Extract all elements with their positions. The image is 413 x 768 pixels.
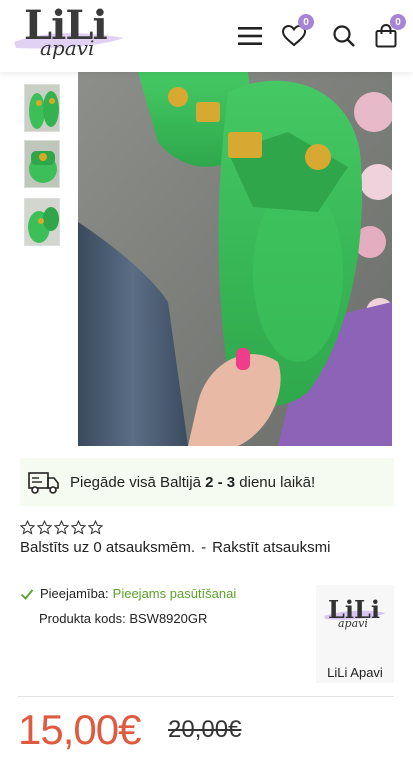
brand-card[interactable]: LiLi apavi LiLi Apavi [316, 585, 394, 683]
menu-icon [238, 27, 262, 45]
review-summary: Balstīts uz 0 atsauksmēm. - Rakstīt atsauk… [20, 539, 330, 556]
cart-count-badge: 0 [390, 14, 406, 30]
shipping-text: Piegāde visā Baltijā 2 - 3 dienu laikā! [70, 473, 316, 491]
write-review-link[interactable]: Rakstīt atsauksmi [212, 539, 330, 556]
availability-label: Pieejamība: [40, 586, 109, 601]
product-code-label: Produkta kods: [39, 611, 126, 626]
search-icon [333, 25, 355, 47]
product-main-image[interactable] [78, 72, 392, 446]
product-thumbnail[interactable] [24, 84, 60, 132]
brand-logo-subtext: apavi [338, 617, 368, 630]
review-count-text: Balstīts uz 0 atsauksmēm. [20, 539, 196, 556]
check-icon [20, 588, 34, 600]
wishlist-count-badge: 0 [298, 14, 314, 30]
brand-name: LiLi Apavi [327, 665, 383, 680]
current-price: 15,00€ [18, 706, 141, 753]
star-empty-icon [20, 520, 35, 535]
divider [18, 696, 394, 697]
rating-stars[interactable] [20, 520, 103, 535]
logo-subtext: apavi [40, 36, 95, 60]
product-code-row: Produkta kods: BSW8920GR [39, 611, 207, 626]
star-empty-icon [37, 520, 52, 535]
star-empty-icon [88, 520, 103, 535]
search-button[interactable] [326, 18, 362, 54]
star-empty-icon [71, 520, 86, 535]
review-separator: - [201, 539, 207, 556]
site-logo[interactable]: LiLi apavi [10, 2, 128, 68]
thumbnail-image [25, 199, 59, 245]
thumbnail-image [25, 141, 59, 187]
thumbnail-image [25, 85, 59, 131]
availability-row: Pieejamība: Pieejams pasūtīšanai [20, 586, 236, 601]
product-code-value: BSW8920GR [129, 611, 208, 626]
product-thumbnail[interactable] [24, 140, 60, 188]
product-thumbnail[interactable] [24, 198, 60, 246]
cart-button[interactable]: 0 [368, 14, 406, 54]
star-empty-icon [54, 520, 69, 535]
site-header: LiLi apavi 0 0 [0, 0, 413, 72]
wishlist-button[interactable]: 0 [276, 14, 314, 54]
shipping-info-banner: Piegāde visā Baltijā 2 - 3 dienu laikā! [20, 458, 394, 506]
truck-icon [28, 472, 59, 494]
availability-value: Pieejams pasūtīšanai [112, 586, 237, 601]
product-photo [78, 72, 392, 446]
old-price: 20,00€ [168, 716, 242, 743]
menu-button[interactable] [232, 18, 268, 54]
